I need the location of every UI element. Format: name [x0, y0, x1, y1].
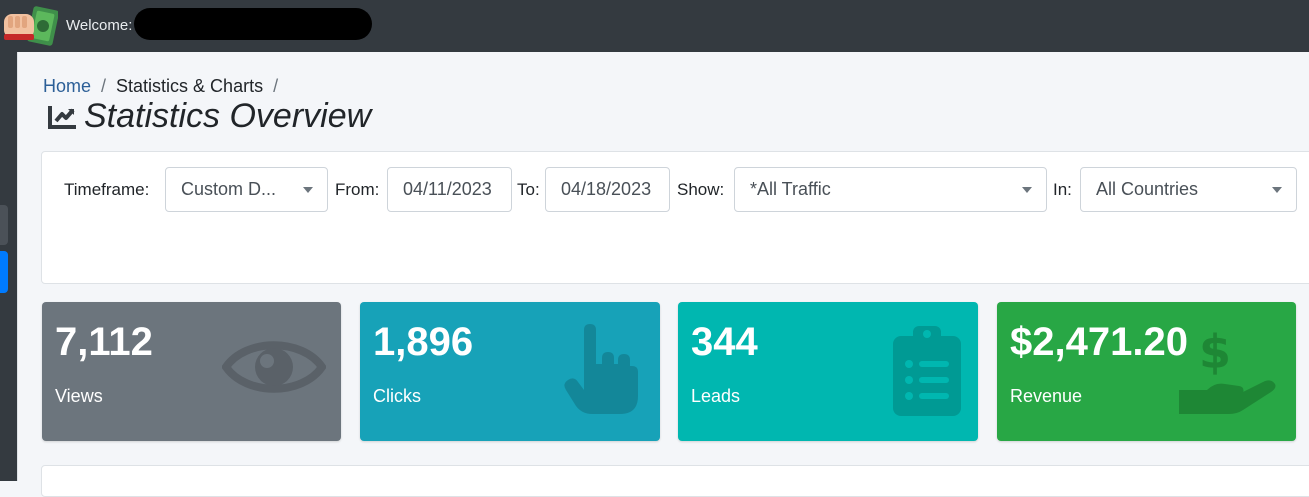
stat-value: 344 — [691, 320, 758, 364]
stat-label: Clicks — [373, 386, 421, 406]
stat-box-leads[interactable]: 344 Leads — [678, 302, 978, 441]
country-select-value: All Countries — [1096, 179, 1199, 199]
from-date-value: 04/11/2023 — [403, 179, 492, 199]
welcome-label: Welcome: — [66, 17, 133, 34]
show-traffic-select[interactable]: *All Traffic — [734, 167, 1047, 212]
stat-label: Views — [55, 386, 103, 406]
timeframe-select[interactable]: Custom D... — [165, 167, 328, 212]
stat-box-views[interactable]: 7,112 Views — [42, 302, 341, 441]
in-label: In: — [1053, 180, 1072, 199]
to-label: To: — [517, 180, 540, 199]
chart-line-icon — [48, 106, 76, 129]
to-date-value: 04/18/2023 — [561, 179, 652, 199]
breadcrumb-separator: / — [101, 76, 107, 96]
clipboard-list-icon — [893, 326, 961, 416]
sidebar-item-active[interactable] — [0, 251, 8, 293]
sidebar-divider — [17, 52, 18, 481]
page-title-text: Statistics Overview — [84, 97, 372, 135]
eye-icon — [222, 341, 326, 393]
stat-box-revenue[interactable]: $2,471.20 Revenue $ — [997, 302, 1296, 441]
chevron-down-icon — [1272, 187, 1282, 193]
stat-label: Leads — [691, 386, 741, 406]
stat-value: 1,896 — [373, 320, 474, 364]
logo[interactable] — [0, 4, 59, 48]
breadcrumb-current: Statistics & Charts — [116, 76, 264, 96]
stat-label: Revenue — [1010, 386, 1083, 406]
country-select[interactable]: All Countries — [1080, 167, 1297, 212]
breadcrumb-separator: / — [273, 76, 279, 96]
breadcrumb: Home / Statistics & Charts / — [43, 76, 288, 97]
show-traffic-value: *All Traffic — [750, 179, 831, 199]
timeframe-label: Timeframe: — [64, 180, 150, 199]
svg-text:$: $ — [1199, 325, 1231, 379]
top-navbar: Welcome: — [0, 0, 1309, 52]
timeframe-select-value: Custom D... — [181, 179, 277, 199]
stat-value: 7,112 — [55, 320, 153, 364]
stat-value: $2,471.20 — [1010, 320, 1188, 364]
sidebar-item[interactable] — [0, 205, 8, 245]
from-label: From: — [335, 180, 380, 199]
stat-box-clicks[interactable]: 1,896 Clicks — [360, 302, 660, 441]
hand-dollar-icon: $ — [1179, 325, 1276, 414]
redacted-username — [134, 8, 372, 40]
breadcrumb-home-link[interactable]: Home — [43, 76, 91, 96]
chevron-down-icon — [1022, 187, 1032, 193]
to-date-input[interactable]: 04/18/2023 — [545, 167, 670, 212]
content-card — [41, 465, 1309, 497]
show-label: Show: — [677, 180, 725, 199]
pointer-hand-icon — [564, 324, 638, 414]
from-date-input[interactable]: 04/11/2023 — [387, 167, 512, 212]
chevron-down-icon — [303, 187, 313, 193]
page-title: Statistics Overview — [48, 97, 371, 136]
